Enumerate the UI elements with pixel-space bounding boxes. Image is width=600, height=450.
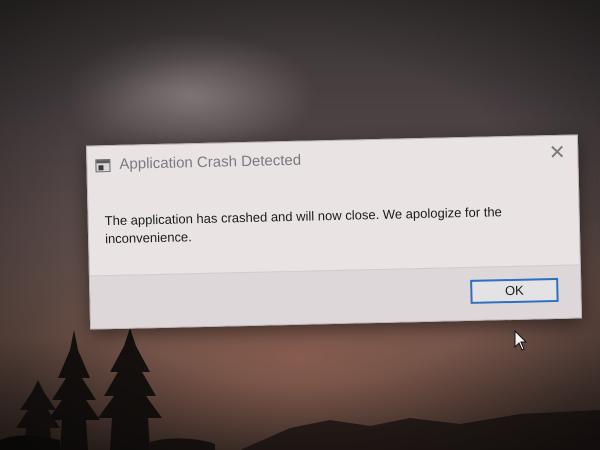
dialog-footer: OK xyxy=(89,264,582,329)
application-window-icon xyxy=(95,159,111,173)
dialog-message: The application has crashed and will now… xyxy=(104,204,502,247)
dialog-titlebar[interactable]: Application Crash Detected ✕ xyxy=(87,135,578,188)
dialog-title: Application Crash Detected xyxy=(119,151,302,173)
crash-dialog: Application Crash Detected ✕ The applica… xyxy=(85,134,583,330)
icon-titlebar-strip xyxy=(96,160,110,164)
mouse-pointer-icon xyxy=(514,330,528,351)
close-icon[interactable]: ✕ xyxy=(543,140,572,167)
ok-button[interactable]: OK xyxy=(470,277,559,304)
icon-block xyxy=(98,165,104,171)
